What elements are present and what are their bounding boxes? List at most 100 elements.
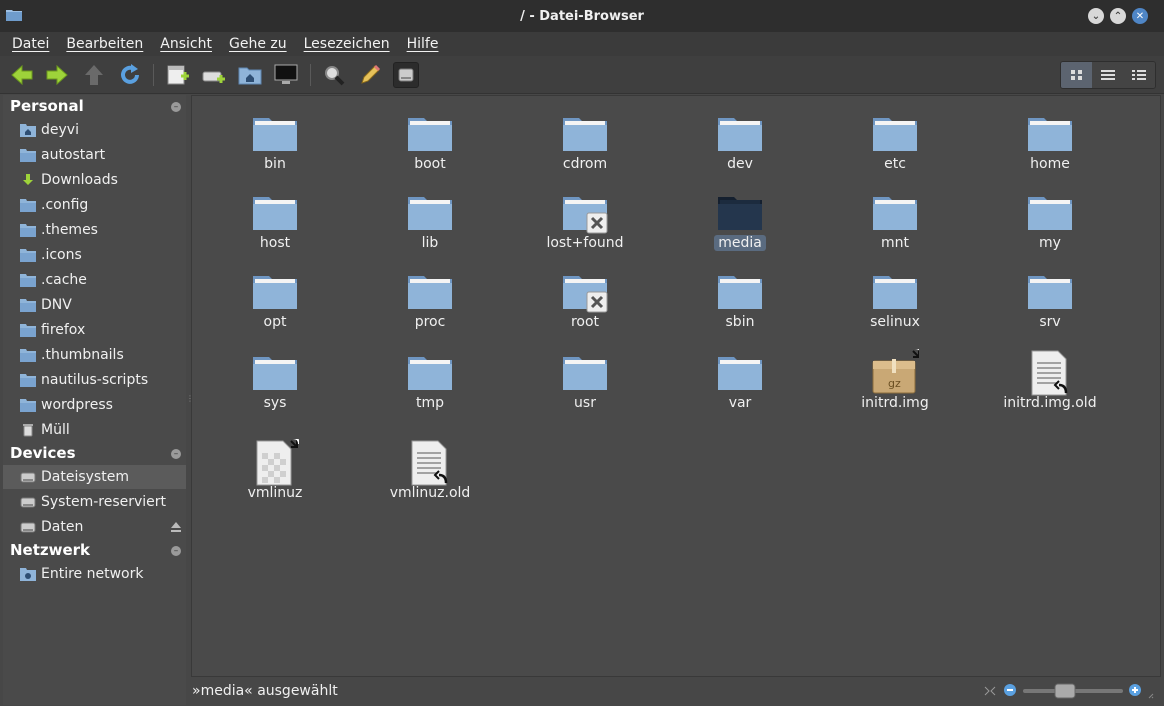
zoom-slider-thumb[interactable] (1054, 683, 1076, 699)
file-item-bin[interactable]: bin (215, 110, 335, 172)
menu-datei[interactable]: Datei (12, 36, 49, 52)
file-item-opt[interactable]: opt (215, 268, 335, 330)
file-item-mnt[interactable]: mnt (835, 189, 955, 251)
folder-icon (716, 349, 764, 397)
compact-view-button[interactable] (1123, 62, 1155, 88)
places-sidebar: Personal – deyvi autostart Downloads .config.… (3, 95, 186, 705)
title-bar[interactable]: / - Datei-Browser ⌄ ⌃ ✕ (0, 0, 1164, 32)
menu-bearbeiten[interactable]: Bearbeiten (66, 36, 143, 52)
sidebar-item-müll[interactable]: Müll (3, 418, 186, 442)
file-item-lost-found[interactable]: lost+found (525, 189, 645, 251)
svg-text:gz: gz (888, 377, 901, 390)
search-button[interactable] (322, 63, 346, 87)
folder-icon (406, 349, 454, 397)
zoom-in-icon[interactable] (1129, 684, 1141, 696)
file-item-selinux[interactable]: selinux (835, 268, 955, 330)
sidebar-item-daten[interactable]: Daten (3, 515, 186, 539)
minimize-button[interactable]: ⌄ (1088, 8, 1104, 24)
sidebar-item-deyvi[interactable]: deyvi (3, 118, 186, 142)
file-item-my[interactable]: my (990, 189, 1110, 251)
new-computer-button[interactable] (202, 63, 226, 87)
sidebar-item-nautilus-scripts[interactable]: nautilus-scripts (3, 368, 186, 392)
file-item-usr[interactable]: usr (525, 349, 645, 411)
icon-view-button[interactable] (1061, 62, 1093, 88)
edit-location-button[interactable] (358, 63, 382, 87)
zoom-out-icon[interactable] (1004, 684, 1016, 696)
sidebar-item-config[interactable]: .config (3, 193, 186, 217)
trash-icon (20, 423, 36, 437)
collapse-devices-icon[interactable]: – (171, 449, 181, 459)
computer-button[interactable] (274, 63, 298, 87)
folder-icon (251, 268, 299, 316)
sidebar-item-firefox[interactable]: firefox (3, 318, 186, 342)
file-item-vmlinuz[interactable]: vmlinuz (215, 437, 335, 501)
home-folder-button[interactable] (238, 63, 262, 87)
sidebar-item-system-reserviert[interactable]: System-reserviert (3, 490, 186, 514)
menu-hilfe[interactable]: Hilfe (407, 36, 439, 52)
file-item-media[interactable]: media (680, 189, 800, 251)
sidebar-item-dnv[interactable]: DNV (3, 293, 186, 317)
file-icon-view[interactable]: bin boot cdrom dev etc home host lib lost+found m… (191, 95, 1161, 677)
sidebar-item-themes[interactable]: .themes (3, 218, 186, 242)
file-item-sbin[interactable]: sbin (680, 268, 800, 330)
text-file-icon (1026, 349, 1074, 397)
file-item-home[interactable]: home (990, 110, 1110, 172)
file-item-tmp[interactable]: tmp (370, 349, 490, 411)
sidebar-item-icons[interactable]: .icons (3, 243, 186, 267)
file-name: media (714, 235, 766, 251)
file-item-dev[interactable]: dev (680, 110, 800, 172)
folder-icon (251, 349, 299, 397)
file-item-etc[interactable]: etc (835, 110, 955, 172)
file-item-boot[interactable]: boot (370, 110, 490, 172)
file-item-root[interactable]: root (525, 268, 645, 330)
pane-resize-handle[interactable]: ⋮ (186, 394, 194, 404)
folder-icon (251, 189, 299, 237)
sidebar-item-label: Daten (41, 519, 84, 535)
up-button[interactable] (82, 63, 106, 87)
sidebar-item-downloads[interactable]: Downloads (3, 168, 186, 192)
menu-gehe-zu[interactable]: Gehe zu (229, 36, 287, 52)
collapse-personal-icon[interactable]: – (171, 102, 181, 112)
collapse-network-icon[interactable]: – (171, 546, 181, 556)
new-folder-button[interactable] (166, 63, 190, 87)
folder-icon (1026, 110, 1074, 158)
eject-icon[interactable] (170, 520, 182, 534)
close-button[interactable]: ✕ (1132, 8, 1148, 24)
file-item-initrd-img-old[interactable]: initrd.img.old (990, 349, 1110, 411)
file-name: sbin (725, 314, 755, 330)
sidebar-item-thumbnails[interactable]: .thumbnails (3, 343, 186, 367)
file-item-lib[interactable]: lib (370, 189, 490, 251)
file-item-sys[interactable]: sys (215, 349, 335, 411)
file-name: lost+found (546, 235, 624, 251)
archive-icon: gz (871, 347, 922, 397)
list-view-button[interactable] (1092, 62, 1124, 88)
file-item-host[interactable]: host (215, 189, 335, 251)
file-name: lib (421, 235, 439, 251)
zoom-fit-icon[interactable] (984, 686, 996, 696)
folder-icon (561, 349, 609, 397)
sidebar-item-entire-network[interactable]: Entire network (3, 562, 186, 586)
sidebar-item-autostart[interactable]: autostart (3, 143, 186, 167)
filesystem-button[interactable] (393, 62, 419, 88)
file-item-initrd-img[interactable]: gz initrd.img (835, 347, 955, 411)
sidebar-item-cache[interactable]: .cache (3, 268, 186, 292)
menu-lesezeichen[interactable]: Lesezeichen (304, 36, 390, 52)
reload-button[interactable] (118, 63, 142, 87)
menu-ansicht[interactable]: Ansicht (160, 36, 212, 52)
file-item-vmlinuz-old[interactable]: vmlinuz.old (370, 439, 490, 501)
file-item-var[interactable]: var (680, 349, 800, 411)
sidebar-item-label: .thumbnails (41, 347, 124, 363)
file-item-cdrom[interactable]: cdrom (525, 110, 645, 172)
sidebar-item-wordpress[interactable]: wordpress (3, 393, 186, 417)
forward-button[interactable] (45, 63, 69, 87)
folder-icon (20, 398, 36, 412)
toolbar-separator (153, 64, 154, 86)
file-item-srv[interactable]: srv (990, 268, 1110, 330)
folder-icon (406, 110, 454, 158)
maximize-button[interactable]: ⌃ (1110, 8, 1126, 24)
view-mode-switcher (1060, 61, 1156, 89)
resize-grip-icon[interactable] (1148, 693, 1154, 699)
back-button[interactable] (10, 63, 34, 87)
file-item-proc[interactable]: proc (370, 268, 490, 330)
sidebar-item-dateisystem[interactable]: Dateisystem (3, 465, 186, 489)
